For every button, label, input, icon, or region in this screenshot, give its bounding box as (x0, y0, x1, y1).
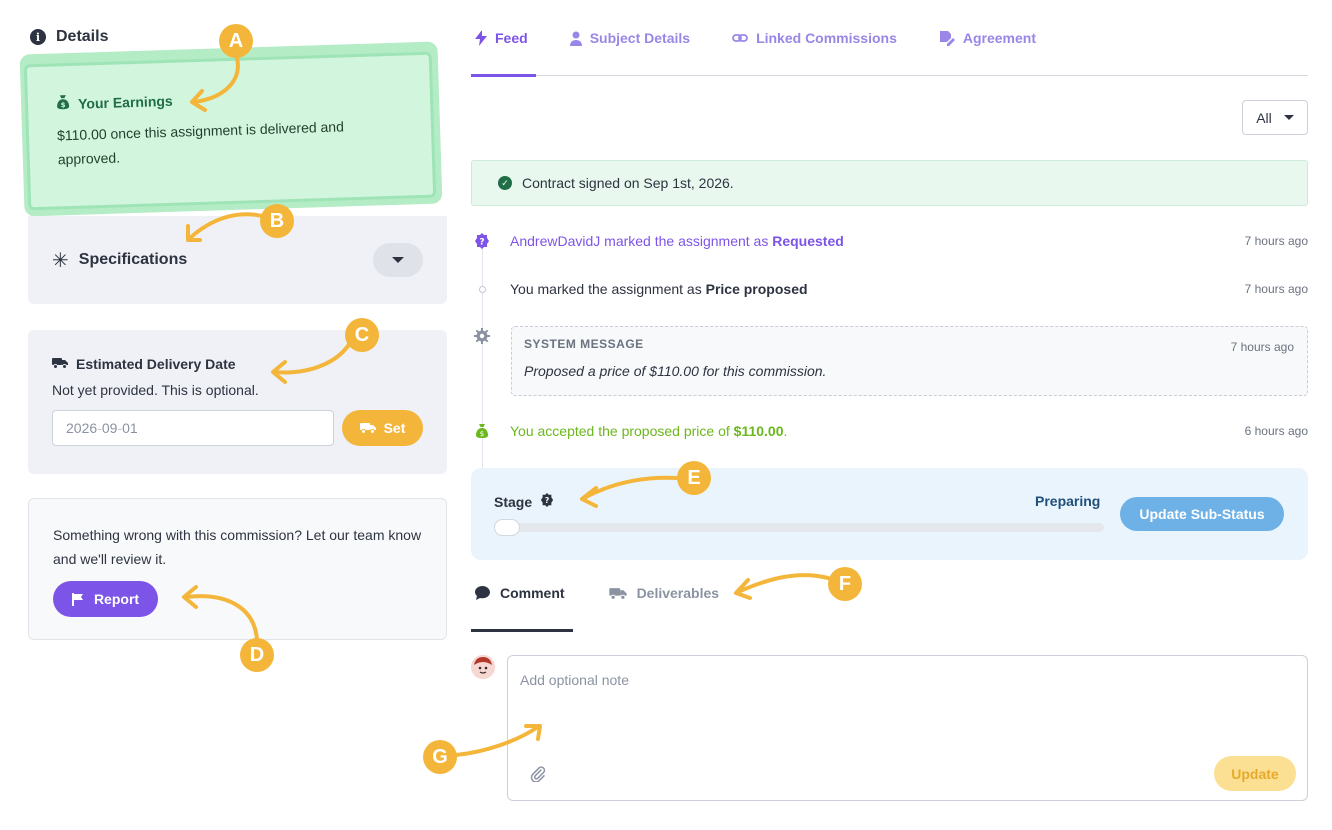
signature-icon (939, 31, 955, 46)
report-text: Something wrong with this commission? Le… (53, 527, 422, 567)
feed-filter-select[interactable]: All (1242, 100, 1308, 135)
earnings-title: Your Earnings (77, 92, 173, 112)
specifications-toggle-button[interactable] (373, 243, 423, 277)
callout-d: D (240, 638, 274, 672)
help-badge-icon[interactable]: ? (540, 493, 554, 510)
tab-label: Comment (500, 585, 565, 601)
details-title: Details (56, 28, 109, 45)
gear-icon (474, 328, 490, 344)
paperclip-icon[interactable] (530, 766, 546, 787)
tab-agreement[interactable]: Agreement (935, 0, 1040, 76)
delivery-subtitle: Not yet provided. This is optional. (52, 382, 259, 398)
info-icon: i (30, 29, 46, 45)
specifications-panel[interactable]: ✳ Specifications (28, 216, 447, 304)
system-message-body: Proposed a price of $110.00 for this com… (524, 363, 827, 379)
tab-label: Agreement (962, 30, 1037, 46)
report-panel: Something wrong with this commission? Le… (28, 498, 447, 640)
feed-item: You marked the assignment as Price propo… (471, 279, 1308, 299)
report-button[interactable]: Report (53, 581, 158, 617)
set-label: Set (383, 420, 406, 436)
link-icon (732, 34, 748, 42)
system-message-label: SYSTEM MESSAGE (524, 337, 644, 351)
report-label: Report (93, 591, 140, 607)
feed-item-time: 7 hours ago (1244, 234, 1308, 248)
contract-signed-banner: ✓ Contract signed on Sep 1st, 2026. (471, 160, 1308, 206)
note-placeholder: Add optional note (520, 672, 629, 688)
details-header: i Details (30, 28, 108, 46)
feed-item: ? AndrewDavidJ marked the assignment as … (471, 231, 1308, 251)
check-circle-icon: ✓ (498, 176, 512, 190)
tab-label: Feed (495, 30, 528, 46)
truck-icon (359, 423, 376, 434)
tab-comment[interactable]: Comment (471, 560, 573, 632)
stage-slider[interactable] (494, 519, 1104, 536)
stage-status: Preparing (1035, 493, 1101, 509)
set-date-button[interactable]: Set (342, 410, 423, 446)
user-icon (569, 31, 582, 46)
feed-item-time: 6 hours ago (1244, 424, 1308, 438)
dot-icon (474, 281, 490, 297)
earnings-body: $110.00 once this assignment is delivere… (56, 118, 345, 168)
stage-slider-handle[interactable] (494, 519, 520, 536)
feed-item-text: AndrewDavidJ marked the assignment as Re… (510, 233, 844, 249)
money-bag-icon: $ (56, 94, 71, 113)
tab-linked-commissions[interactable]: Linked Commissions (728, 0, 901, 76)
delivery-date-input[interactable]: 2026-09-01 (52, 410, 334, 446)
stage-label: Stage (494, 493, 533, 510)
earnings-card: $ Your Earnings $110.00 once this assign… (23, 51, 437, 211)
feed-item-text: You marked the assignment as Price propo… (510, 281, 808, 297)
asterisk-icon: ✳ (52, 249, 69, 272)
update-sub-status-button[interactable]: Update Sub-Status (1120, 497, 1284, 531)
truck-icon (608, 587, 627, 600)
callout-a: A (219, 24, 253, 58)
delivery-date-panel: Estimated Delivery Date Not yet provided… (28, 330, 447, 474)
comment-tabs: Comment Deliverables (471, 560, 1308, 632)
money-bag-icon: $ (474, 423, 490, 439)
stage-panel: Stage ? Preparing Update Sub-Status (471, 468, 1308, 560)
callout-f: F (828, 567, 862, 601)
svg-text:$: $ (480, 430, 484, 438)
tab-label: Subject Details (589, 30, 691, 46)
feed-item-time: 7 hours ago (1244, 282, 1308, 296)
filter-value: All (1256, 109, 1272, 126)
callout-g: G (423, 740, 457, 774)
callout-b: B (260, 204, 294, 238)
chevron-down-icon (1283, 115, 1294, 120)
callout-e: E (677, 461, 711, 495)
tab-subject-details[interactable]: Subject Details (566, 0, 694, 76)
note-field[interactable]: Add optional note Update (507, 655, 1308, 801)
update-button[interactable]: Update (1214, 756, 1296, 791)
svg-text:$: $ (61, 101, 66, 109)
contract-text: Contract signed on Sep 1st, 2026. (522, 175, 734, 191)
tab-label: Deliverables (636, 585, 720, 601)
svg-text:?: ? (545, 496, 550, 505)
flag-icon (71, 592, 83, 606)
truck-icon (52, 356, 68, 372)
feed-item-time: 7 hours ago (1230, 340, 1294, 354)
chat-bubble-icon (475, 586, 490, 600)
tab-feed[interactable]: Feed (471, 0, 536, 77)
question-badge-icon: ? (474, 233, 490, 249)
tab-label: Linked Commissions (756, 30, 897, 46)
tab-deliverables[interactable]: Deliverables (605, 560, 724, 626)
system-message: SYSTEM MESSAGE 7 hours ago Proposed a pr… (511, 326, 1308, 396)
chevron-down-icon (392, 257, 404, 263)
bolt-icon (475, 30, 487, 46)
feed-item: $ You accepted the proposed price of $11… (471, 421, 1308, 441)
callout-c: C (345, 318, 379, 352)
feed-item-text: You accepted the proposed price of $110.… (510, 423, 788, 439)
specifications-title: Specifications (78, 251, 188, 268)
main-tabs: Feed Subject Details Linked Commissions … (471, 0, 1308, 77)
svg-text:?: ? (479, 238, 484, 248)
delivery-title: Estimated Delivery Date (76, 356, 236, 372)
avatar (471, 655, 495, 679)
